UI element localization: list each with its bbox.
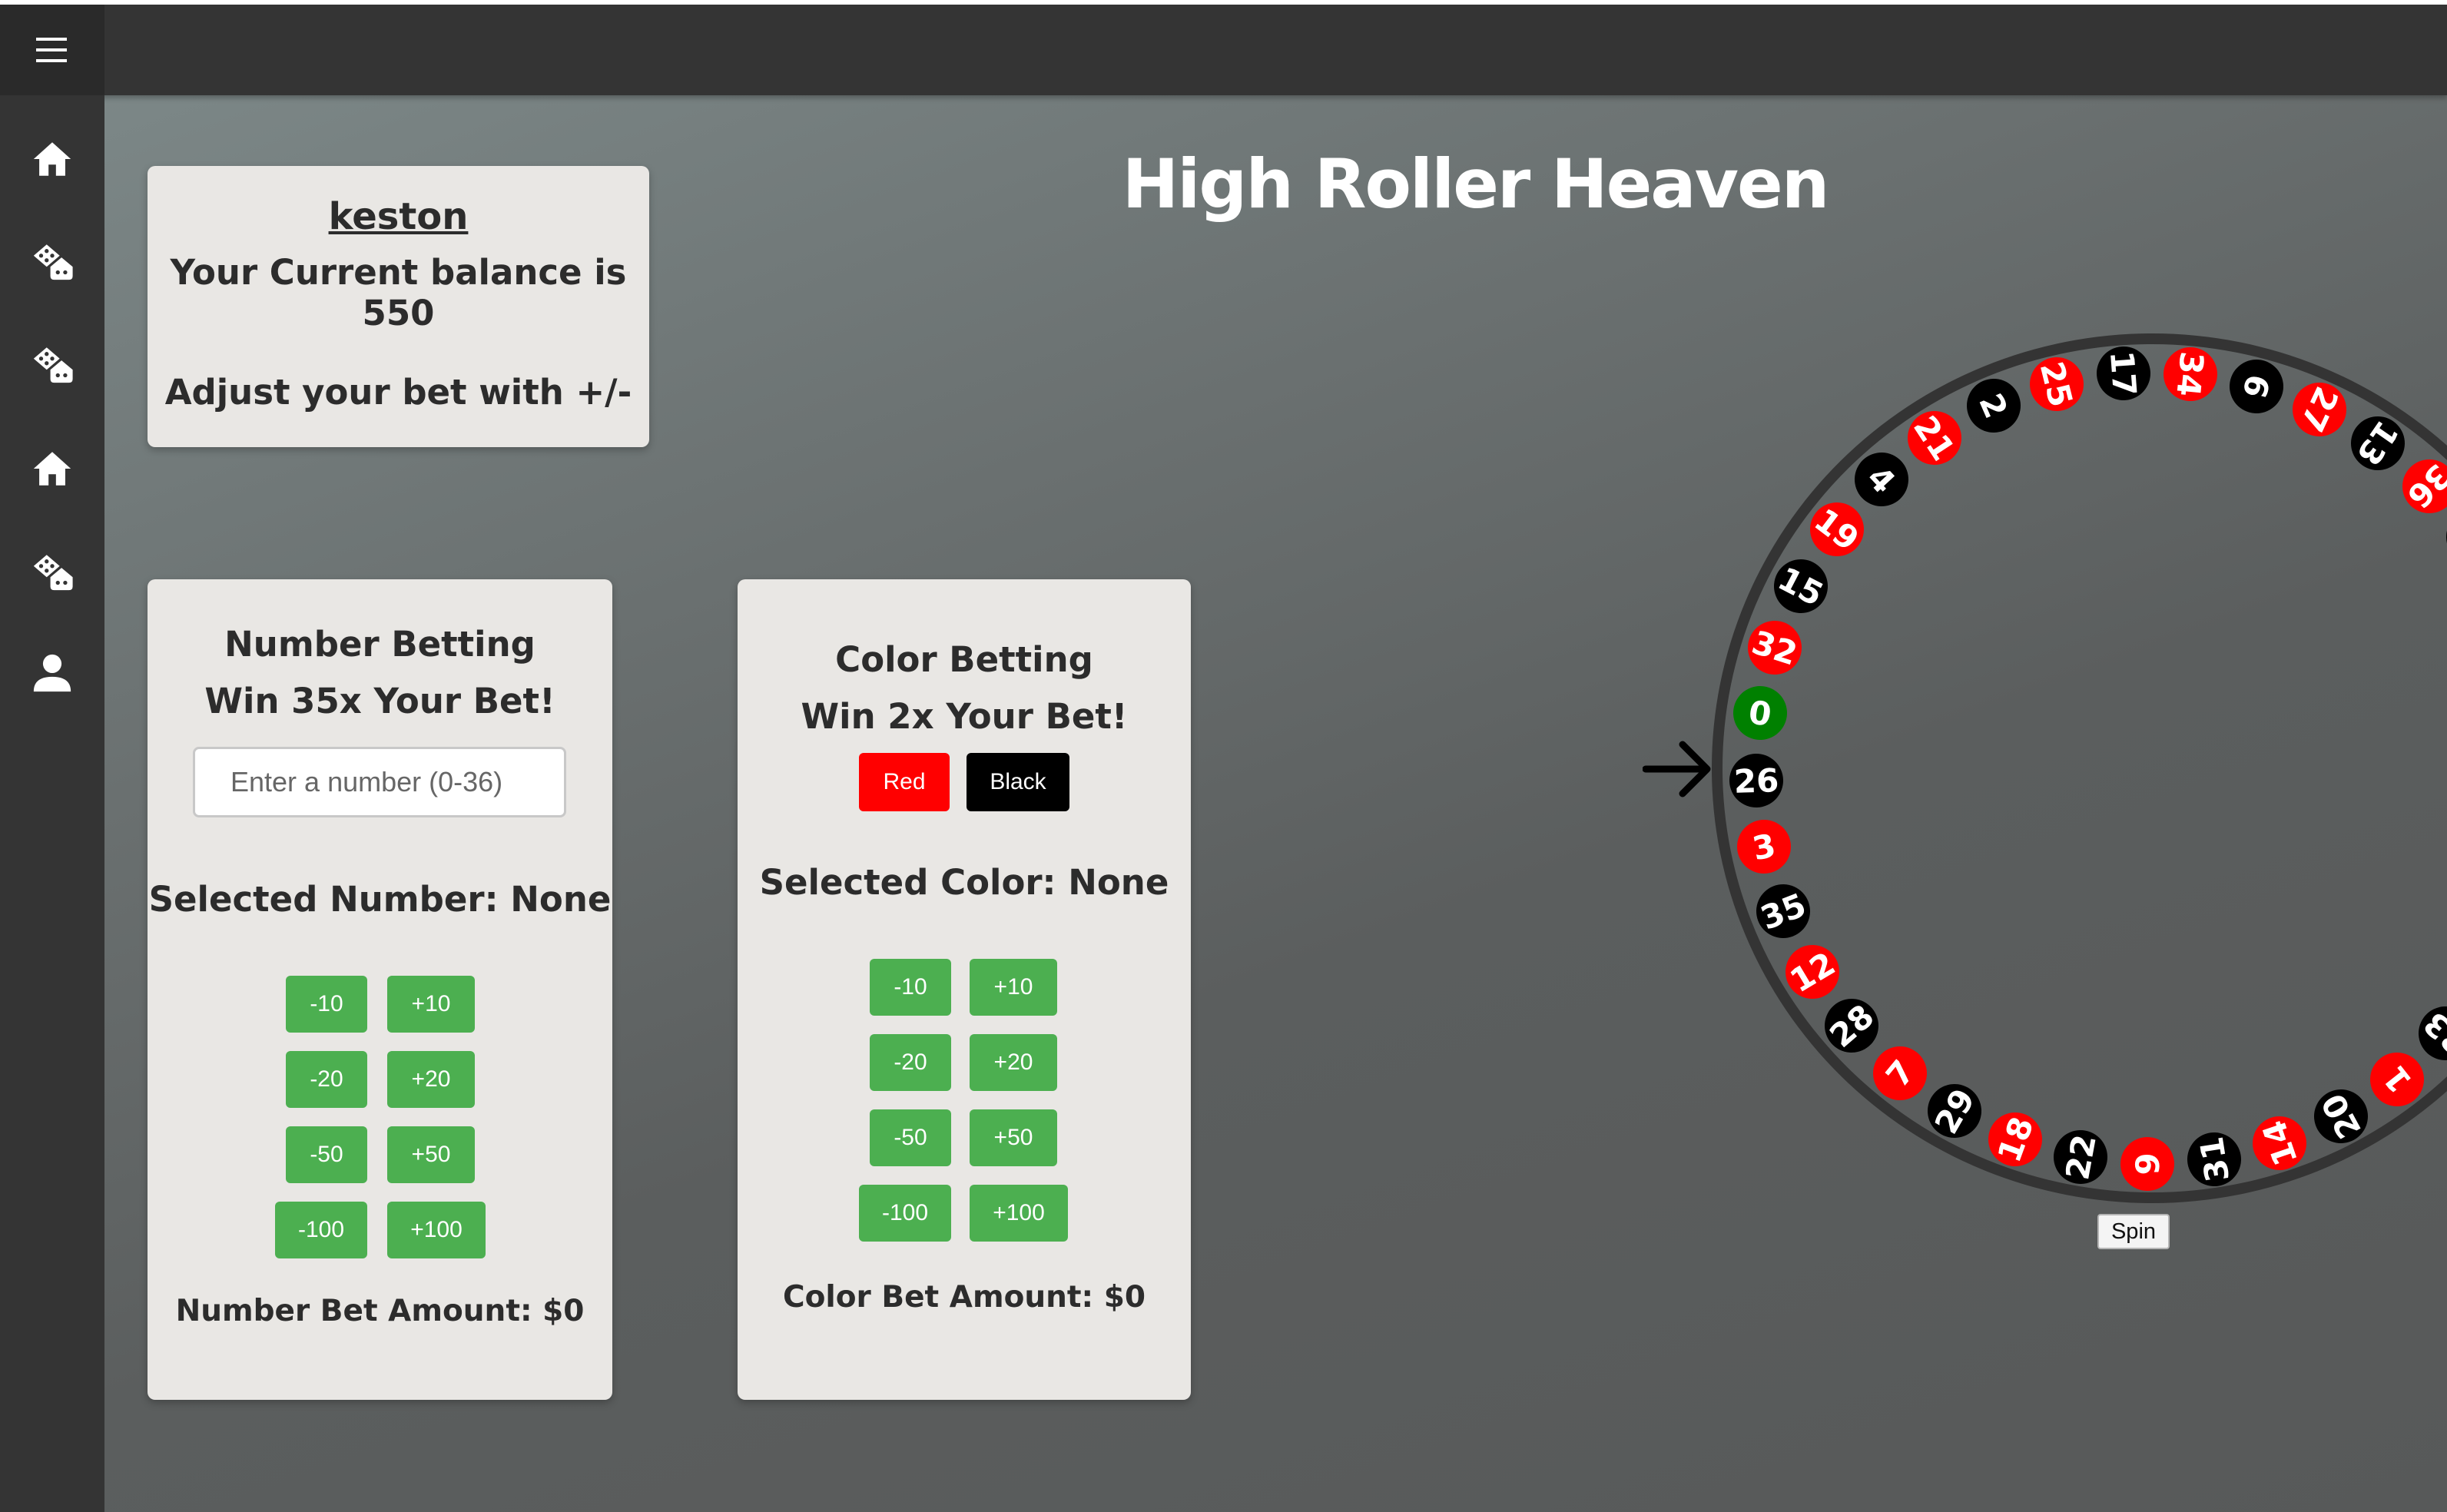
color-bet-minus-20-button[interactable]: -20: [870, 1034, 951, 1091]
page-title: High Roller Heaven: [1122, 144, 1830, 224]
selected-color: Selected Color: None: [759, 862, 1169, 903]
home-icon: [33, 452, 71, 486]
sidebar-item-dice-game[interactable]: [22, 230, 83, 292]
color-bet-plus-100-button[interactable]: +100: [970, 1185, 1068, 1242]
dice-icon: [33, 244, 73, 280]
home-icon: [33, 142, 71, 176]
color-bet-plus-10-button[interactable]: +10: [970, 959, 1057, 1016]
color-bet-plus-20-button[interactable]: +20: [970, 1034, 1057, 1091]
hamburger-menu-button[interactable]: [0, 5, 104, 95]
red-color-button[interactable]: Red: [859, 753, 950, 811]
number-betting-title: Number Betting: [224, 624, 535, 665]
app-root: High Roller Heaven keston Your Current b…: [0, 5, 2447, 1512]
username: keston: [328, 195, 469, 238]
bet-adjust-hint: Adjust your bet with +/-: [164, 372, 632, 413]
number-bet-minus-50-button[interactable]: -50: [286, 1126, 367, 1183]
wheel-pocket-9: 9: [2120, 1136, 2175, 1192]
user-icon: [33, 654, 71, 692]
hamburger-icon: [36, 38, 67, 62]
color-betting-subtitle: Win 2x Your Bet!: [801, 696, 1128, 737]
number-bet-minus-100-button[interactable]: -100: [275, 1202, 367, 1258]
color-bet-plus-50-button[interactable]: +50: [970, 1109, 1057, 1166]
black-color-button[interactable]: Black: [967, 753, 1069, 811]
number-betting-card: Number Betting Win 35x Your Bet! Selecte…: [148, 579, 612, 1400]
balance-text: Your Current balance is 550: [170, 252, 627, 333]
roulette-wheel: [1712, 333, 2447, 1203]
color-betting-title: Color Betting: [835, 639, 1093, 680]
number-bet-plus-100-button[interactable]: +100: [387, 1202, 486, 1258]
dice-icon: [33, 555, 73, 591]
sidebar-item-home[interactable]: [22, 128, 83, 190]
sidebar-item-dice-game-2[interactable]: [22, 333, 83, 395]
color-bet-amount: Color Bet Amount: $0: [782, 1280, 1146, 1315]
number-bet-amount: Number Bet Amount: $0: [175, 1294, 585, 1328]
number-bet-minus-10-button[interactable]: -10: [286, 976, 367, 1033]
dice-icon: [33, 347, 73, 383]
sidebar-item-dice-game-3[interactable]: [22, 541, 83, 602]
sidebar-item-home-2[interactable]: [22, 438, 83, 499]
color-bet-minus-10-button[interactable]: -10: [870, 959, 951, 1016]
number-input[interactable]: [193, 747, 566, 817]
user-balance-card: keston Your Current balance is 550 Adjus…: [148, 166, 649, 447]
color-bet-minus-50-button[interactable]: -50: [870, 1109, 951, 1166]
number-bet-plus-10-button[interactable]: +10: [387, 976, 475, 1033]
selected-number: Selected Number: None: [148, 879, 612, 920]
top-bar: [0, 5, 2447, 95]
color-betting-card: Color Betting Win 2x Your Bet! Red Black…: [738, 579, 1191, 1400]
number-bet-minus-20-button[interactable]: -20: [286, 1051, 367, 1108]
number-bet-plus-20-button[interactable]: +20: [387, 1051, 475, 1108]
number-betting-subtitle: Win 35x Your Bet!: [204, 681, 555, 721]
number-bet-plus-50-button[interactable]: +50: [387, 1126, 475, 1183]
color-bet-minus-100-button[interactable]: -100: [859, 1185, 951, 1242]
spin-button[interactable]: Spin: [2097, 1214, 2170, 1249]
sidebar: [0, 5, 104, 1512]
sidebar-item-profile[interactable]: [22, 642, 83, 704]
wheel-pointer-arrow-icon: [1643, 741, 1711, 797]
